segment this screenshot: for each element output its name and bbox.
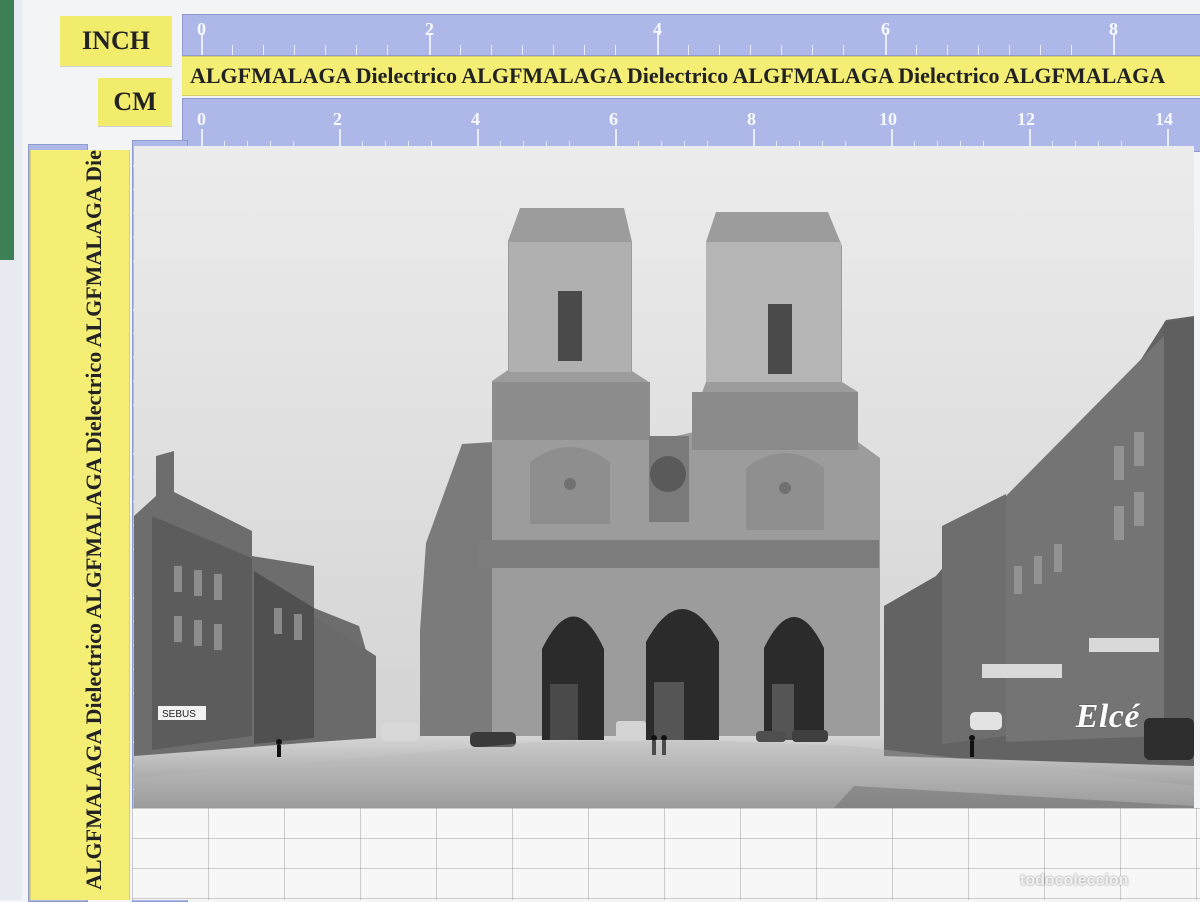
inch-tick-8: 8 <box>1109 19 1118 39</box>
postcard-photo: SEBUS Elcé <box>134 146 1194 808</box>
inch-ruler-top: 0 2 4 6 8 <box>182 14 1200 56</box>
top-branding-strip: ALGFMALAGA Dielectrico ALGFMALAGA Dielec… <box>182 56 1200 96</box>
cm-ruler-top: 0 2 4 6 8 10 12 14 <box>182 98 1200 152</box>
cm-top-tick-14: 14 <box>1155 109 1173 129</box>
shop-sign-text: SEBUS <box>162 709 196 720</box>
cm-top-tick-0: 0 <box>197 109 206 129</box>
inch-tick-2: 2 <box>425 19 434 39</box>
cm-top-tick-4: 4 <box>471 109 480 129</box>
footer-watermark: todocoleccion <box>1020 872 1129 889</box>
inch-tick-0: 0 <box>197 19 206 39</box>
cm-top-tick-2: 2 <box>333 109 342 129</box>
inch-label: INCH <box>60 16 172 66</box>
photo-signature: Elcé <box>1075 698 1140 735</box>
cm-top-tick-6: 6 <box>609 109 618 129</box>
top-branding-text: ALGFMALAGA Dielectrico ALGFMALAGA Dielec… <box>190 63 1166 88</box>
inch-tick-4: 4 <box>653 19 662 39</box>
cm-top-tick-8: 8 <box>747 109 756 129</box>
left-branding-text: ALGFMALAGA Dielectrico ALGFMALAGA Dielec… <box>81 150 106 890</box>
cm-top-tick-12: 12 <box>1017 109 1035 129</box>
cm-top-tick-10: 10 <box>879 109 897 129</box>
inch-tick-6: 6 <box>881 19 890 39</box>
left-edge-green <box>0 0 14 260</box>
left-branding-strip: ALGFMALAGA Dielectrico ALGFMALAGA Dielec… <box>30 150 130 900</box>
cm-label: CM <box>98 78 172 126</box>
